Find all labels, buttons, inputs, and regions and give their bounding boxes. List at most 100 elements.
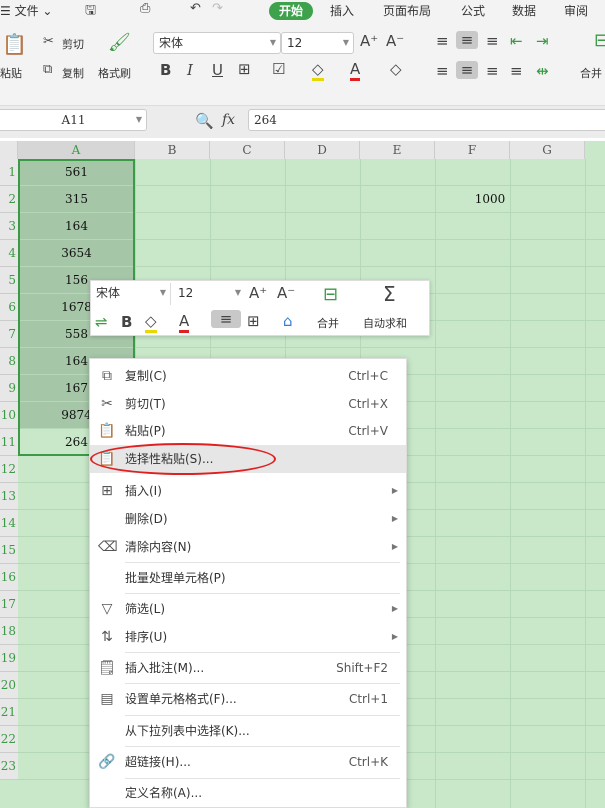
column-header[interactable]: F [435, 141, 510, 159]
row-header[interactable]: 2 [0, 186, 18, 213]
cut-icon[interactable]: ✂ [43, 34, 54, 49]
mini-merge-button[interactable]: 合并 [317, 315, 339, 331]
menu-item[interactable]: ▤ 设置单元格格式(F)... Ctrl+1 [90, 685, 406, 713]
menu-item[interactable]: ⌫ 清除内容(N) ▶ [90, 533, 406, 561]
cell-f2[interactable]: 1000 [435, 186, 545, 213]
paste-icon[interactable]: 📋 [2, 32, 27, 56]
menu-item[interactable]: 定义名称(A)... [90, 779, 406, 807]
mini-bold-icon[interactable]: B [121, 313, 132, 331]
tab-formulas[interactable]: 公式 [461, 2, 485, 20]
autosum-button[interactable]: 自动求和 [363, 315, 407, 331]
italic-icon[interactable]: I [187, 61, 193, 79]
column-header[interactable]: G [510, 141, 585, 159]
align-right-icon[interactable]: ≡ [486, 62, 499, 80]
print-icon[interactable]: ⎙ [140, 1, 150, 16]
row-header[interactable]: 7 [0, 321, 18, 348]
row-header[interactable]: 8 [0, 348, 18, 375]
row-header[interactable]: 6 [0, 294, 18, 321]
row-header[interactable]: 9 [0, 375, 18, 402]
autosum-icon[interactable]: Σ [383, 282, 396, 306]
merge-icon[interactable]: ⊟ [594, 30, 605, 51]
column-header[interactable]: A [18, 141, 135, 159]
formula-input[interactable]: 264 [248, 109, 605, 131]
mini-increase-font-icon[interactable]: A⁺ [249, 284, 267, 302]
menu-item[interactable]: ⧉ 复制(C) Ctrl+C [90, 362, 406, 390]
menu-item[interactable]: ⇅ 排序(U) ▶ [90, 623, 406, 651]
mini-borders-icon[interactable]: ⊞ [247, 312, 260, 330]
redo-icon[interactable]: ↷ [212, 1, 223, 16]
mini-decrease-font-icon[interactable]: A⁻ [277, 284, 295, 302]
row-header[interactable]: 18 [0, 618, 18, 645]
fx-icon[interactable]: fx [222, 112, 235, 128]
decrease-font-icon[interactable]: A⁻ [386, 32, 404, 50]
paste-button[interactable]: 粘贴 [0, 65, 22, 81]
distributed-icon[interactable]: ⇹ [536, 62, 549, 80]
underline-icon[interactable]: U [212, 61, 223, 79]
clear-format-icon[interactable]: ◇ [390, 60, 402, 78]
row-header[interactable]: 1 [0, 159, 18, 186]
row-header[interactable]: 16 [0, 564, 18, 591]
file-menu[interactable]: ☰ 文件 ⌄ [0, 2, 52, 20]
copy-icon[interactable]: ⧉ [43, 62, 52, 77]
select-all-corner[interactable] [0, 141, 18, 159]
row-header[interactable]: 10 [0, 402, 18, 429]
merge-button[interactable]: 合并 [580, 65, 602, 81]
cut-button[interactable]: 剪切 [62, 36, 84, 52]
row-header[interactable]: 12 [0, 456, 18, 483]
align-top-icon[interactable]: ≡ [436, 32, 449, 50]
row-header[interactable]: 13 [0, 483, 18, 510]
tab-insert[interactable]: 插入 [330, 2, 354, 20]
copy-button[interactable]: 复制 [62, 65, 84, 81]
column-header[interactable]: D [285, 141, 360, 159]
decrease-indent-icon[interactable]: ⇤ [510, 32, 523, 50]
row-header[interactable]: 11 [0, 429, 18, 456]
row-header[interactable]: 22 [0, 726, 18, 753]
row-header[interactable]: 21 [0, 699, 18, 726]
mini-format-painter-icon[interactable]: ⌂ [283, 312, 293, 330]
column-header[interactable]: B [135, 141, 210, 159]
increase-font-icon[interactable]: A⁺ [360, 32, 378, 50]
row-header[interactable]: 17 [0, 591, 18, 618]
row-header[interactable]: 5 [0, 267, 18, 294]
menu-item[interactable]: 批量处理单元格(P) [90, 564, 406, 592]
column-header[interactable]: C [210, 141, 285, 159]
justify-icon[interactable]: ≡ [510, 62, 523, 80]
tab-data[interactable]: 数据 [512, 2, 536, 20]
zoom-search-icon[interactable]: 🔍 [195, 112, 214, 130]
row-header[interactable]: 4 [0, 240, 18, 267]
undo-icon[interactable]: ↶ [190, 1, 201, 16]
menu-item[interactable]: 🗒 插入批注(M)... Shift+F2 [90, 654, 406, 682]
row-header[interactable]: 3 [0, 213, 18, 240]
fill-color-icon[interactable]: ◇ [312, 60, 324, 81]
mini-wrap-icon[interactable]: ⇌ [95, 313, 108, 331]
font-size-select[interactable]: 12 ▼ [281, 32, 354, 54]
format-painter-icon[interactable]: 🖌 [108, 32, 131, 53]
row-header[interactable]: 23 [0, 753, 18, 780]
menu-item[interactable]: 🔗 超链接(H)... Ctrl+K [90, 748, 406, 776]
tab-review[interactable]: 审阅 [564, 2, 588, 20]
column-header[interactable]: E [360, 141, 435, 159]
row-header[interactable]: 15 [0, 537, 18, 564]
mini-fill-color-icon[interactable]: ◇ [145, 312, 157, 333]
mini-size-select[interactable]: 12 ▼ [173, 283, 245, 305]
font-select[interactable]: 宋体 ▼ [153, 32, 281, 54]
mini-merge-icon[interactable]: ⊟ [323, 284, 338, 305]
tab-home[interactable]: 开始 [269, 2, 314, 20]
row-header[interactable]: 14 [0, 510, 18, 537]
menu-item[interactable]: ▽ 筛选(L) ▶ [90, 595, 406, 623]
menu-item[interactable]: ✂ 剪切(T) Ctrl+X [90, 390, 406, 418]
mini-font-select[interactable]: 宋体 ▼ [91, 283, 171, 305]
bold-icon[interactable]: B [160, 61, 171, 79]
mini-font-color-icon[interactable]: A [179, 312, 190, 333]
borders-icon[interactable]: ⊞ [238, 60, 251, 78]
cell-style-icon[interactable]: ☑ [272, 60, 285, 78]
name-box[interactable]: A11 ▼ [0, 109, 147, 131]
save-icon[interactable]: 🖫 [85, 1, 96, 23]
align-middle-icon[interactable]: ≡ [456, 31, 478, 49]
menu-item[interactable]: 📋 粘贴(P) Ctrl+V [90, 417, 406, 445]
font-color-icon[interactable]: A [350, 60, 361, 81]
menu-item[interactable]: 从下拉列表中选择(K)... [90, 717, 406, 745]
increase-indent-icon[interactable]: ⇥ [536, 32, 549, 50]
format-painter-button[interactable]: 格式刷 [98, 65, 131, 81]
mini-align-center-icon[interactable]: ≡ [211, 310, 241, 328]
